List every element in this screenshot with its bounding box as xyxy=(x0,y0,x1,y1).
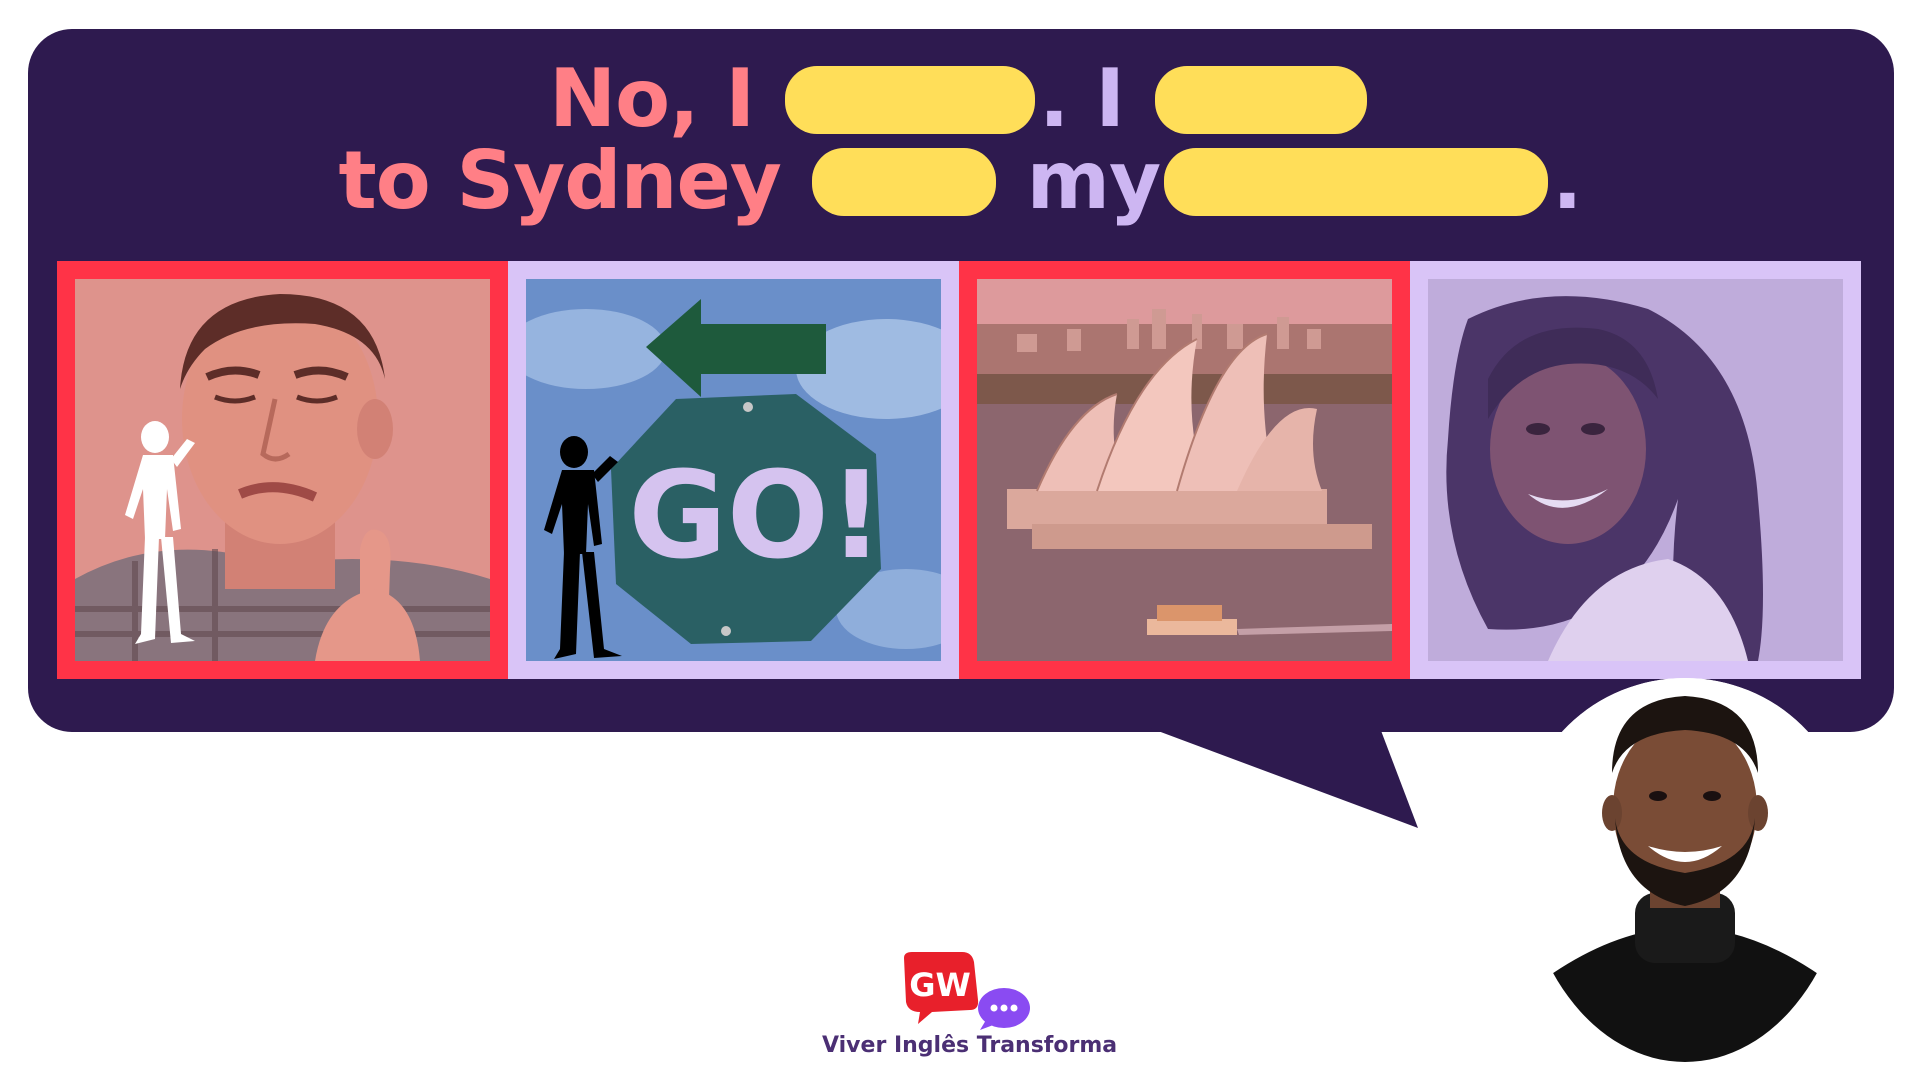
gw-logo-mark: GW xyxy=(904,952,1030,1030)
sentence-text: No, I xyxy=(549,52,755,145)
picture-panels: GO! xyxy=(57,261,1861,679)
answer-blank-2[interactable] xyxy=(1154,66,1367,135)
answer-blank-3[interactable] xyxy=(811,148,996,217)
sentence-text: to Sydney xyxy=(338,134,781,227)
picture-panel-2[interactable]: GO! xyxy=(508,261,959,679)
man-refusing-image xyxy=(75,279,490,661)
sentence-line-2: to Sydney my. xyxy=(0,140,1920,222)
answer-blank-4[interactable] xyxy=(1164,148,1549,217)
sentence-text: . I xyxy=(1038,52,1125,145)
smiling-woman-image xyxy=(1428,279,1843,661)
man-silhouette-white-icon xyxy=(125,421,195,644)
picture-panel-4[interactable] xyxy=(1410,261,1861,679)
picture-panel-1[interactable] xyxy=(57,261,508,679)
man-silhouette-black-icon xyxy=(544,436,622,659)
picture-panel-3[interactable] xyxy=(959,261,1410,679)
sentence-text: my xyxy=(1026,134,1162,227)
fill-in-sentence: No, I . I to Sydney my. xyxy=(0,58,1920,222)
go-sign-text: GO! xyxy=(628,447,883,586)
gw-logo-letters: GW xyxy=(909,966,971,1004)
sentence-text: . xyxy=(1552,134,1582,227)
go-sign-image: GO! xyxy=(526,279,941,661)
logo-tagline: Viver Inglês Transforma xyxy=(822,1033,1118,1058)
gw-logo: GW Viver Inglês Transforma xyxy=(822,952,1118,1062)
sydney-opera-house-image xyxy=(977,279,1392,661)
answer-blank-1[interactable] xyxy=(784,66,1035,135)
sentence-line-1: No, I . I xyxy=(0,58,1920,140)
